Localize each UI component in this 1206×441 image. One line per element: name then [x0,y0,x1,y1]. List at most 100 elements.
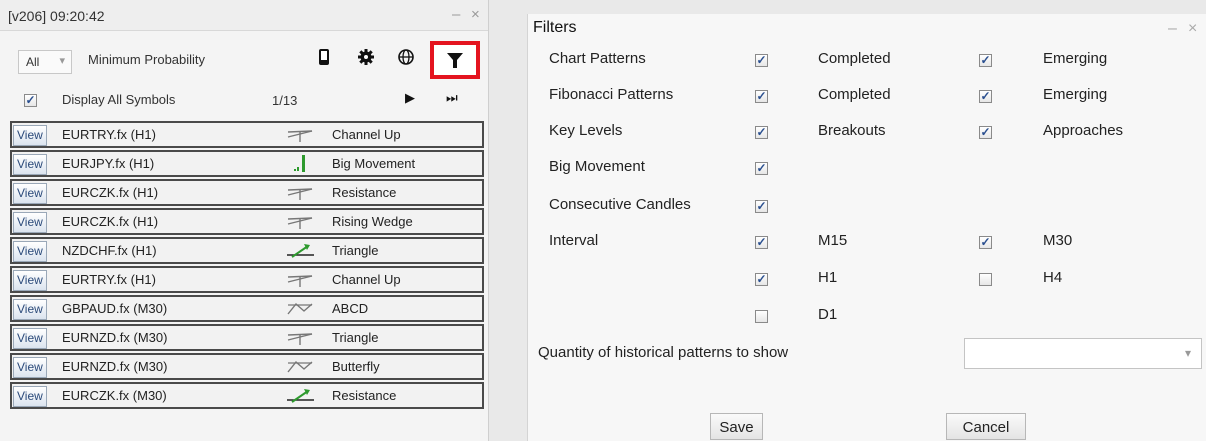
globe-icon[interactable] [394,48,418,72]
historical-patterns-select[interactable]: ▾ [964,338,1202,369]
view-button[interactable]: View [13,241,47,262]
symbol-name: EURCZK.fx (H1) [62,185,159,200]
breakouts-checkbox[interactable]: ✓ [979,126,992,139]
chart-emerging-label: Emerging [1043,50,1108,67]
table-row[interactable]: View EURTRY.fx (H1) Channel Up [10,121,484,148]
table-row[interactable]: View EURCZK.fx (H1) Resistance [10,179,484,206]
symbol-name: EURCZK.fx (M30) [62,388,167,403]
chevron-down-icon: ▾ [59,55,65,67]
d1-checkbox[interactable] [755,310,768,323]
abcd-icon [284,357,318,376]
consecutive-candles-checkbox[interactable]: ✓ [755,200,768,213]
fibonacci-patterns-label: Fibonacci Patterns [549,86,674,103]
symbol-name: EURNZD.fx (M30) [62,359,168,374]
play-button[interactable]: ▶ [405,90,415,106]
h4-checkbox[interactable] [979,273,992,286]
view-button[interactable]: View [13,270,47,291]
view-button[interactable]: View [13,328,47,349]
view-button[interactable]: View [13,183,47,204]
view-button[interactable]: View [13,386,47,407]
interval-label: Interval [549,232,599,249]
filters-panel: Filters – × Chart Patterns ✓ Completed ✓… [527,14,1206,441]
table-row[interactable]: View EURTRY.fx (H1) Channel Up [10,266,484,293]
big-movement-checkbox[interactable]: ✓ [755,162,768,175]
pattern-name: ABCD [332,301,369,316]
triangle-green-icon [284,241,318,260]
breakouts-label: Breakouts [818,122,886,139]
filter-button[interactable] [430,41,480,79]
skip-end-button[interactable]: ⏭ [446,90,458,106]
cancel-button[interactable]: Cancel [946,413,1026,440]
page-count: 1/13 [272,93,298,108]
symbol-name: EURCZK.fx (H1) [62,214,159,229]
h1-checkbox[interactable]: ✓ [755,273,768,286]
pattern-name: Resistance [332,185,397,200]
symbol-name: EURTRY.fx (H1) [62,127,156,142]
channel-icon [284,270,318,289]
view-button[interactable]: View [13,154,47,175]
historical-patterns-label: Quantity of historical patterns to show [538,344,789,361]
abcd-icon [284,299,318,318]
chevron-down-icon: ▾ [1184,346,1191,360]
channel-icon [284,212,318,231]
display-all-label: Display All Symbols [62,92,176,107]
h4-label: H4 [1043,269,1063,286]
pattern-name: Triangle [332,330,379,345]
view-button[interactable]: View [13,357,47,378]
m15-label: M15 [818,232,848,249]
table-row[interactable]: View EURCZK.fx (M30) Resistance [10,382,484,409]
m15-checkbox[interactable]: ✓ [979,236,992,249]
pattern-name: Resistance [332,388,397,403]
table-row[interactable]: View EURCZK.fx (H1) Rising Wedge [10,208,484,235]
pattern-name: Channel Up [332,127,401,142]
probability-select[interactable]: All ▾ [18,50,72,74]
filters-title: Filters [533,19,577,36]
big-movement-label: Big Movement [549,158,645,175]
key-levels-label: Key Levels [549,122,623,139]
d1-label: D1 [818,306,838,323]
channel-icon [284,125,318,144]
minimize-button[interactable]: – [452,6,460,23]
fibonacci-emerging-label: Emerging [1043,86,1108,103]
view-button[interactable]: View [13,212,47,233]
table-row[interactable]: View EURNZD.fx (M30) Butterfly [10,353,484,380]
close-button[interactable]: × [471,6,480,23]
save-button[interactable]: Save [710,413,763,440]
table-row[interactable]: View EURNZD.fx (M30) Triangle [10,324,484,351]
scanner-title-bar: [v206] 09:20:42 – × [0,0,488,31]
chart-patterns-label: Chart Patterns [549,50,646,67]
symbol-name: EURTRY.fx (H1) [62,272,156,287]
view-button[interactable]: View [13,125,47,146]
scanner-title: [v206] 09:20:42 [8,8,105,24]
scanner-toolbar: All ▾ Minimum Probability [0,38,488,78]
phone-icon[interactable] [312,48,336,72]
gear-icon[interactable] [354,48,378,72]
pattern-name: Rising Wedge [332,214,413,229]
table-row[interactable]: View EURJPY.fx (H1) Big Movement [10,150,484,177]
consecutive-candles-label: Consecutive Candles [549,196,691,213]
table-row[interactable]: View GBPAUD.fx (M30) ABCD [10,295,484,322]
fibonacci-patterns-checkbox[interactable]: ✓ [755,90,768,103]
approaches-label: Approaches [1043,122,1124,139]
probability-select-value: All [26,55,40,69]
symbol-name: GBPAUD.fx (M30) [62,301,168,316]
filter-icon [447,53,463,68]
pattern-name: Butterfly [332,359,380,374]
h1-label: H1 [818,269,838,286]
display-all-checkbox[interactable]: ✓ [24,94,37,107]
filters-minimize-button[interactable]: – [1168,20,1177,38]
chart-completed-label: Completed [818,50,891,67]
triangle-green-icon [284,386,318,405]
key-levels-checkbox[interactable]: ✓ [755,126,768,139]
interval-checkbox[interactable]: ✓ [755,236,768,249]
symbol-list: View EURTRY.fx (H1) Channel Up View EURJ… [10,121,484,411]
scanner-panel: [v206] 09:20:42 – × All ▾ Minimum Probab… [0,0,489,441]
fibonacci-completed-checkbox[interactable]: ✓ [979,90,992,103]
filters-close-button[interactable]: × [1188,20,1197,38]
chart-patterns-checkbox[interactable]: ✓ [755,54,768,67]
view-button[interactable]: View [13,299,47,320]
table-row[interactable]: View NZDCHF.fx (H1) Triangle [10,237,484,264]
chart-completed-checkbox[interactable]: ✓ [979,54,992,67]
symbol-name: EURJPY.fx (H1) [62,156,155,171]
m30-label: M30 [1043,232,1073,249]
